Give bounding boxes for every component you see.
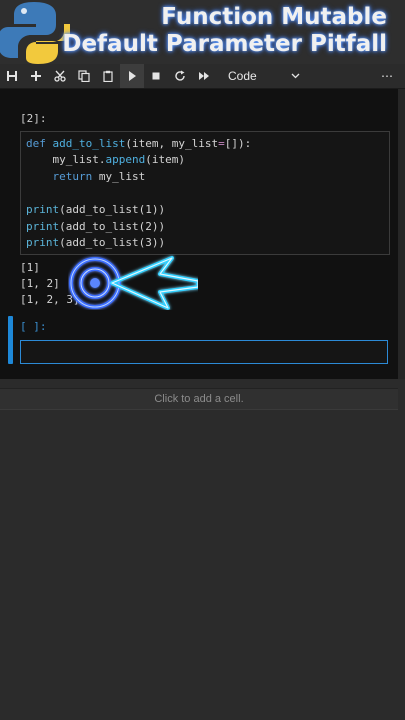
code-args-end: []): bbox=[224, 137, 252, 150]
cell-type-select[interactable]: Code bbox=[224, 67, 304, 85]
code-operator: = bbox=[218, 137, 225, 150]
title-banner: Function Mutable Default Parameter Pitfa… bbox=[0, 0, 405, 64]
add-cell-button[interactable]: Click to add a cell. bbox=[0, 388, 398, 410]
save-icon bbox=[7, 71, 17, 81]
code-line-2: my_list.append(item) bbox=[26, 153, 185, 166]
builtin-print: print bbox=[26, 203, 60, 216]
code-line-7: print(add_to_list(3)) bbox=[26, 236, 165, 249]
interrupt-button[interactable] bbox=[144, 64, 168, 88]
ellipsis-icon: ⋯ bbox=[381, 69, 393, 83]
run-button[interactable] bbox=[120, 64, 144, 88]
cell-2-prompt: [ ]: bbox=[20, 320, 47, 333]
page-title: Function Mutable Default Parameter Pitfa… bbox=[62, 4, 387, 58]
cell-2-code-editor[interactable] bbox=[20, 340, 388, 364]
cell-1-prompt: [2]: bbox=[20, 112, 47, 125]
cut-button[interactable] bbox=[48, 64, 72, 88]
save-button[interactable] bbox=[0, 64, 24, 88]
keyword-def: def bbox=[26, 137, 46, 150]
python-logo-icon bbox=[0, 2, 70, 64]
active-cell-indicator bbox=[8, 316, 13, 364]
title-line-1: Function Mutable bbox=[161, 4, 387, 30]
code-line-6: print(add_to_list(2)) bbox=[26, 220, 165, 233]
code-line-5: print(add_to_list(1)) bbox=[26, 203, 165, 216]
code-object: my_list. bbox=[26, 153, 106, 166]
code-line-3: return my_list bbox=[26, 170, 145, 183]
notebook-toolbar: Code ⋯ bbox=[0, 64, 405, 89]
title-line-2: Default Parameter Pitfall bbox=[62, 31, 387, 57]
code-call: (add_to_list(2)) bbox=[59, 220, 166, 233]
cell-type-value: Code bbox=[228, 69, 257, 83]
output-line-2: [1, 2] bbox=[20, 277, 60, 290]
fast-forward-icon bbox=[199, 72, 209, 80]
scissors-icon bbox=[54, 70, 66, 82]
function-name: add_to_list bbox=[52, 137, 126, 150]
code-return-value: my_list bbox=[92, 170, 146, 183]
notebook-scrollbar[interactable] bbox=[398, 89, 405, 379]
run-icon bbox=[129, 71, 136, 81]
plus-icon bbox=[31, 71, 41, 81]
add-cell-button[interactable] bbox=[24, 64, 48, 88]
code-args: (item, my_list bbox=[125, 137, 219, 150]
paste-button[interactable] bbox=[96, 64, 120, 88]
paste-icon bbox=[103, 70, 113, 82]
output-line-1: [1] bbox=[20, 261, 40, 274]
run-all-button[interactable] bbox=[192, 64, 216, 88]
builtin-print: print bbox=[26, 236, 60, 249]
code-call: (item) bbox=[145, 153, 185, 166]
restart-button[interactable] bbox=[168, 64, 192, 88]
stop-icon bbox=[152, 72, 160, 80]
copy-icon bbox=[78, 70, 90, 82]
builtin-print: print bbox=[26, 220, 60, 233]
neon-target-arrow-icon bbox=[69, 256, 198, 310]
code-line-1: def add_to_list(item, my_list=[]): bbox=[26, 137, 251, 150]
cell-1-code-editor[interactable]: def add_to_list(item, my_list=[]): my_li… bbox=[20, 131, 390, 255]
code-method: append bbox=[105, 153, 146, 166]
keyword-return: return bbox=[26, 170, 93, 183]
restart-icon bbox=[175, 70, 185, 81]
more-button[interactable]: ⋯ bbox=[375, 64, 399, 88]
code-call: (add_to_list(3)) bbox=[59, 236, 166, 249]
chevron-down-icon bbox=[291, 73, 300, 79]
copy-button[interactable] bbox=[72, 64, 96, 88]
code-call: (add_to_list(1)) bbox=[59, 203, 166, 216]
